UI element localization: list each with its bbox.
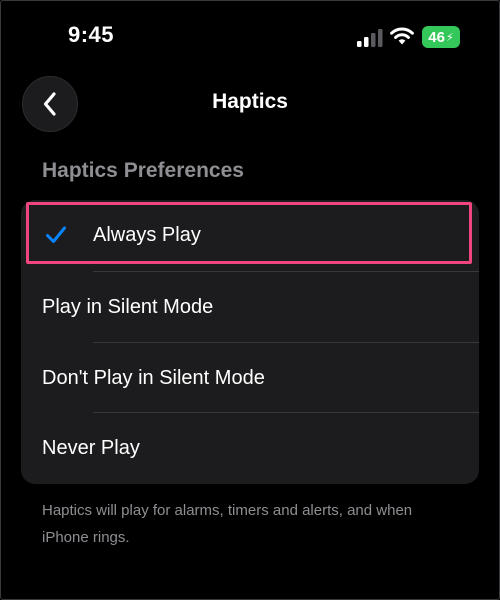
page-title: Haptics	[212, 90, 288, 113]
haptics-options-list: Always Play Play in Silent Mode Don't Pl…	[21, 200, 479, 484]
option-dont-play-in-silent-mode[interactable]: Don't Play in Silent Mode	[21, 343, 479, 414]
option-never-play[interactable]: Never Play	[21, 413, 479, 484]
battery-level: 46	[428, 28, 445, 46]
option-label: Never Play	[42, 437, 140, 459]
option-always-play[interactable]: Always Play	[21, 200, 479, 271]
battery-charging-icon: 46 ⚡	[422, 26, 460, 48]
option-label: Don't Play in Silent Mode	[42, 367, 265, 389]
cellular-signal-icon	[357, 29, 383, 47]
footer-description: Haptics will play for alarms, timers and…	[42, 502, 413, 546]
status-time: 9:45	[68, 22, 115, 47]
option-play-in-silent-mode[interactable]: Play in Silent Mode	[21, 272, 479, 343]
wifi-icon	[390, 27, 414, 45]
charging-bolt-icon: ⚡	[445, 31, 454, 44]
option-label: Always Play	[93, 224, 201, 246]
option-label: Play in Silent Mode	[42, 296, 214, 318]
checkmark-icon	[46, 226, 66, 243]
section-header: Haptics Preferences	[42, 159, 244, 182]
